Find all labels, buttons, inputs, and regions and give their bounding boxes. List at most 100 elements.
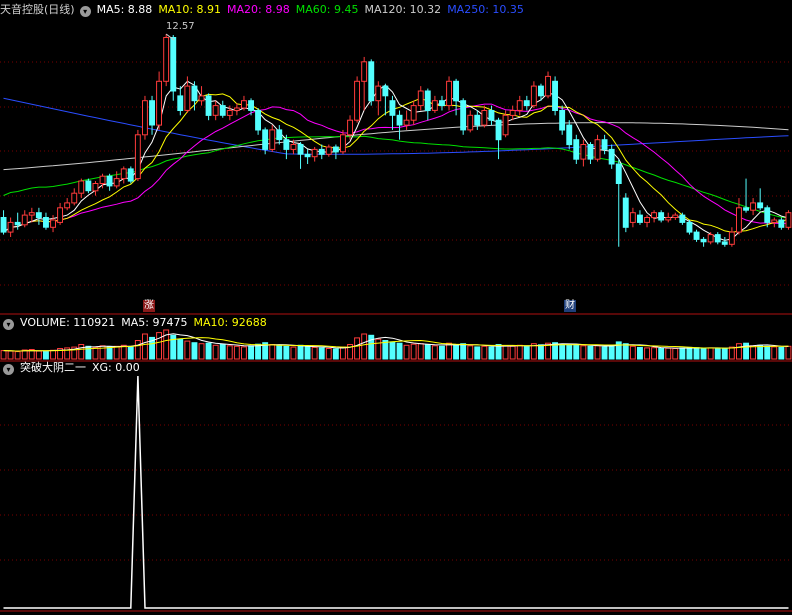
candle-body [43,217,49,228]
candle-body [608,148,615,165]
volume-bar [354,337,361,360]
volume-bar [113,345,120,360]
candle-body [361,61,368,82]
volume-panel-header: ▾ VOLUME: 110921 MA5: 97475 MA10: 92688 [0,315,279,331]
volume-bar [707,347,714,360]
stock-chart[interactable] [0,0,792,615]
candle-body [177,95,184,112]
candle-body [325,146,332,155]
candle-body [142,100,148,136]
candle-body [424,90,431,111]
candle-body [495,119,502,141]
candle-body [184,85,191,111]
volume-bar [269,344,276,360]
candle-body [99,175,106,184]
candle-body [332,146,339,153]
volume-bar [78,344,85,360]
candle-body [446,80,453,107]
signal-indicator-0: 突破大阴二一 [20,361,86,374]
ma120-line [3,122,789,171]
volume-bar [255,343,262,360]
candle-body [113,178,120,187]
volume-bar [205,342,212,360]
price-indicator-0: MA5: 8.88 [96,3,153,16]
volume-bar [644,347,650,360]
volume-bar [389,341,396,360]
volume-bar [672,348,679,360]
volume-bar [417,343,424,360]
candle-body [149,100,156,126]
chevron-down-icon[interactable]: ▾ [79,6,91,17]
volume-bar [142,333,148,360]
candle-body [771,219,778,223]
candle-body [304,153,311,158]
candle-body [665,217,672,221]
candle-body [318,148,325,155]
candle-body [368,61,375,102]
candle-body [530,85,537,107]
candle-body [262,129,269,150]
candle-body [389,100,396,116]
volume-bar [184,340,191,360]
price-panel-header: 天音控股(日线) ▾ MA5: 8.88 MA10: 8.91 MA20: 8.98 MA… [0,2,536,18]
volume-bar [453,344,460,360]
volume-bar [566,344,573,360]
volume-bar [460,343,467,360]
volume-bar [191,342,198,360]
candle-body [467,114,474,131]
volume-bar [622,343,629,360]
volume-bar [778,346,785,360]
volume-bar [474,346,481,360]
xg-signal-line [3,375,789,609]
volume-bar [750,345,756,360]
candle-body [50,219,56,228]
volume-bar [523,346,530,360]
stock-title[interactable]: 天音控股(日线) [0,3,75,16]
candle-body [347,119,354,136]
candle-body [269,129,276,150]
volume-bar [693,347,700,360]
chevron-down-icon[interactable]: ▾ [3,319,14,330]
candle-body [283,139,290,150]
volume-bar [212,344,219,360]
candle-body [212,105,219,116]
volume-bar [502,345,509,360]
candle-body [439,100,445,107]
price-indicator-2: MA20: 8.98 [227,3,290,16]
event-marker-cai[interactable]: 财 [564,300,576,312]
volume-bar [340,346,346,360]
candle-body [460,100,467,131]
candle-body [573,139,580,160]
candle-body [226,110,233,116]
candle-body [580,144,587,160]
candle-body [538,85,544,97]
candle-body [156,80,163,126]
volume-bar [714,347,721,360]
volume-bar [7,350,14,360]
volume-bar [241,346,247,360]
candle-body [134,134,141,180]
volume-bar [467,345,474,360]
volume-bar [233,345,240,360]
candle-body [566,124,573,146]
chevron-down-icon[interactable]: ▾ [3,364,14,375]
volume-bar [283,345,290,360]
volume-bar [629,345,636,360]
candle-body [85,180,92,192]
event-marker-zhang[interactable]: 涨 [143,300,155,312]
volume-bar [382,340,389,360]
signal-panel-header: ▾ 突破大阴二一 XG: 0.00 [0,360,152,376]
candle-body [644,217,650,223]
candle-body [410,105,417,121]
volume-bar [495,344,502,360]
candle-body [382,85,389,97]
volume-bar [403,344,410,360]
candle-body [757,202,764,209]
ma10-line [3,93,789,233]
candle-body [311,148,318,158]
volume-indicator-1: MA5: 97475 [121,316,188,329]
candle-body [686,221,693,233]
volume-bar [177,338,184,360]
volume-bar [0,350,7,360]
volume-bar [785,345,792,360]
